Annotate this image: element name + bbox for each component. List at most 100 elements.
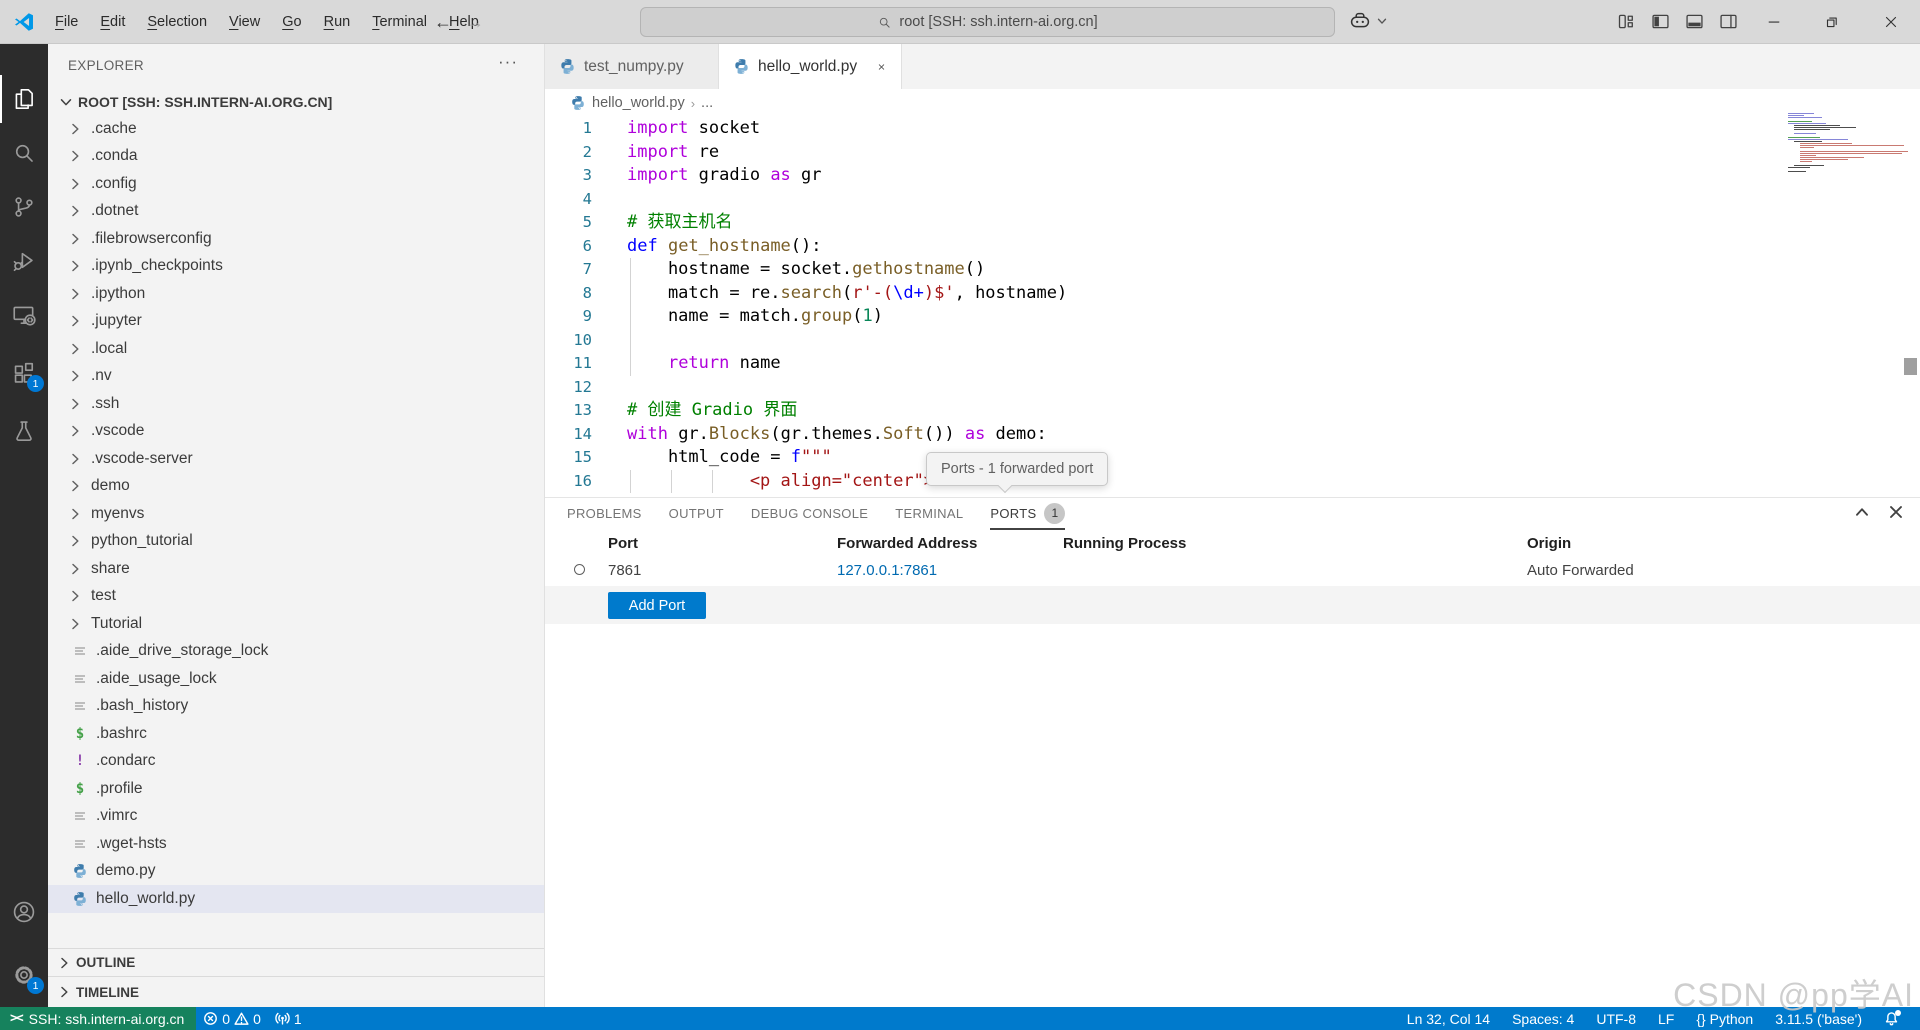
- menu-terminal[interactable]: Terminal: [361, 7, 438, 37]
- menu-view[interactable]: View: [218, 7, 271, 37]
- menu-file[interactable]: File: [44, 7, 89, 37]
- tree-item-.wget-hsts[interactable]: .wget-hsts: [48, 830, 544, 858]
- close-window-button[interactable]: [1868, 0, 1914, 44]
- encoding-status[interactable]: UTF-8: [1585, 1007, 1647, 1030]
- add-port-button[interactable]: Add Port: [608, 592, 706, 619]
- tree-item-.vimrc[interactable]: .vimrc: [48, 803, 544, 831]
- tree-item-.profile[interactable]: $ .profile: [48, 775, 544, 803]
- outline-section[interactable]: OUTLINE: [48, 948, 544, 976]
- minimize-button[interactable]: [1751, 0, 1797, 44]
- line-number: 14: [573, 424, 592, 443]
- tree-item-.ipynb_checkpoints[interactable]: .ipynb_checkpoints: [48, 253, 544, 281]
- forwarded-address-link[interactable]: 127.0.0.1:7861: [837, 558, 937, 584]
- code-text: with gr.Blocks(gr.themes.Soft()) as demo…: [627, 423, 1047, 444]
- tree-item-.vscode[interactable]: .vscode: [48, 418, 544, 446]
- column-header-origin: Origin: [1527, 535, 1572, 552]
- tree-item-.conda[interactable]: .conda: [48, 143, 544, 171]
- tree-item-python_tutorial[interactable]: python_tutorial: [48, 528, 544, 556]
- tree-item-hello_world.py[interactable]: hello_world.py: [48, 885, 544, 913]
- code-editor[interactable]: 1 import socket 2 import re 3 import gradio a…: [545, 117, 1920, 494]
- panel-tab-debug-console[interactable]: DEBUG CONSOLE: [751, 498, 868, 530]
- tree-item-.dotnet[interactable]: .dotnet: [48, 198, 544, 226]
- activity-source-control[interactable]: [0, 183, 48, 231]
- tree-item-.local[interactable]: .local: [48, 335, 544, 363]
- customize-layout-icon[interactable]: [1616, 11, 1637, 32]
- panel-tab-output[interactable]: OUTPUT: [669, 498, 724, 530]
- activity-extensions[interactable]: 1: [0, 349, 48, 397]
- panel-tab-problems[interactable]: PROBLEMS: [567, 498, 642, 530]
- code-line-4: 4: [545, 188, 1920, 212]
- tree-item-Tutorial[interactable]: Tutorial: [48, 610, 544, 638]
- activity-run-debug[interactable]: [0, 237, 48, 285]
- origin-value: Auto Forwarded: [1527, 562, 1634, 579]
- tree-item-demo.py[interactable]: demo.py: [48, 858, 544, 886]
- chevron-right-icon: [67, 588, 83, 604]
- nav-forward-icon[interactable]: →: [462, 9, 488, 35]
- ports-tooltip: Ports - 1 forwarded port: [926, 452, 1109, 486]
- tree-item-test[interactable]: test: [48, 583, 544, 611]
- tree-item-.aide_usage_lock[interactable]: .aide_usage_lock: [48, 665, 544, 693]
- toggle-secondary-sidebar-icon[interactable]: [1718, 11, 1739, 32]
- tree-item-.vscode-server[interactable]: .vscode-server: [48, 445, 544, 473]
- panel-tab-terminal[interactable]: TERMINAL: [895, 498, 963, 530]
- panel-tab-ports[interactable]: PORTS 1: [990, 498, 1066, 530]
- copilot-menu[interactable]: [1348, 9, 1389, 33]
- activity-settings[interactable]: 1: [0, 951, 48, 999]
- tree-item-.filebrowserconfig[interactable]: .filebrowserconfig: [48, 225, 544, 253]
- explorer-more-actions[interactable]: ···: [498, 52, 518, 72]
- tree-item-share[interactable]: share: [48, 555, 544, 583]
- breadcrumb[interactable]: hello_world.py › ...: [545, 89, 1920, 117]
- tree-item-.bash_history[interactable]: .bash_history: [48, 693, 544, 721]
- tree-item-.jupyter[interactable]: .jupyter: [48, 308, 544, 336]
- editor-scrollbar-thumb[interactable]: [1904, 358, 1917, 375]
- menu-selection[interactable]: Selection: [136, 7, 218, 37]
- chevron-right-icon: [67, 451, 83, 467]
- menu-go[interactable]: Go: [271, 7, 312, 37]
- editor-tab-test_numpy.py[interactable]: test_numpy.py: [545, 44, 719, 89]
- explorer-root-folder[interactable]: ROOT [SSH: SSH.INTERN-AI.ORG.CN]: [48, 88, 544, 115]
- close-panel-icon[interactable]: [1886, 502, 1906, 522]
- timeline-section[interactable]: TIMELINE: [48, 976, 544, 1007]
- chevron-right-icon: [56, 955, 72, 971]
- indentation-status[interactable]: Spaces: 4: [1501, 1007, 1585, 1030]
- activity-explorer[interactable]: [0, 75, 48, 123]
- problems-status[interactable]: 0 0: [196, 1007, 268, 1030]
- close-tab-icon[interactable]: [873, 58, 890, 75]
- tree-item-myenvs[interactable]: myenvs: [48, 500, 544, 528]
- code-line-9: 9 name = match.group(1): [545, 305, 1920, 329]
- activity-testing[interactable]: [0, 407, 48, 455]
- tree-item-.ipython[interactable]: .ipython: [48, 280, 544, 308]
- port-value: 7861: [608, 562, 642, 579]
- toggle-panel-icon[interactable]: [1684, 11, 1705, 32]
- copilot-icon: [1348, 9, 1372, 33]
- tree-item-.cache[interactable]: .cache: [48, 115, 544, 143]
- command-center[interactable]: root [SSH: ssh.intern-ai.org.cn]: [640, 7, 1335, 37]
- add-port-row: Add Port: [545, 586, 1920, 624]
- tree-item-.config[interactable]: .config: [48, 170, 544, 198]
- tree-item-.ssh[interactable]: .ssh: [48, 390, 544, 418]
- menu-edit[interactable]: Edit: [89, 7, 136, 37]
- run-debug-icon: [11, 248, 37, 274]
- tree-item-.aide_drive_storage_lock[interactable]: .aide_drive_storage_lock: [48, 638, 544, 666]
- remote-status[interactable]: >< SSH: ssh.intern-ai.org.cn: [0, 1007, 197, 1030]
- forwarded-ports-status[interactable]: 1: [268, 1007, 309, 1030]
- tree-item-.nv[interactable]: .nv: [48, 363, 544, 391]
- tree-item-label: .ipython: [91, 284, 146, 302]
- tree-item-.bashrc[interactable]: $ .bashrc: [48, 720, 544, 748]
- maximize-panel-icon[interactable]: [1852, 502, 1872, 522]
- chevron-right-icon: [56, 984, 72, 1000]
- cursor-position-status[interactable]: Ln 32, Col 14: [1396, 1007, 1501, 1030]
- tree-item-.condarc[interactable]: ! .condarc: [48, 748, 544, 776]
- activity-remote-explorer[interactable]: [0, 291, 48, 339]
- nav-back-icon[interactable]: ←: [430, 9, 456, 35]
- tree-item-demo[interactable]: demo: [48, 473, 544, 501]
- menu-run[interactable]: Run: [313, 7, 362, 37]
- toggle-sidebar-icon[interactable]: [1650, 11, 1671, 32]
- activity-accounts[interactable]: [0, 888, 48, 936]
- minimap[interactable]: [1788, 113, 1908, 173]
- chevron-down-icon: [58, 94, 74, 110]
- tree-item-label: .vscode-server: [91, 449, 193, 467]
- restore-button[interactable]: [1809, 0, 1855, 44]
- editor-tab-hello_world.py[interactable]: hello_world.py: [719, 44, 902, 89]
- activity-search[interactable]: [0, 129, 48, 177]
